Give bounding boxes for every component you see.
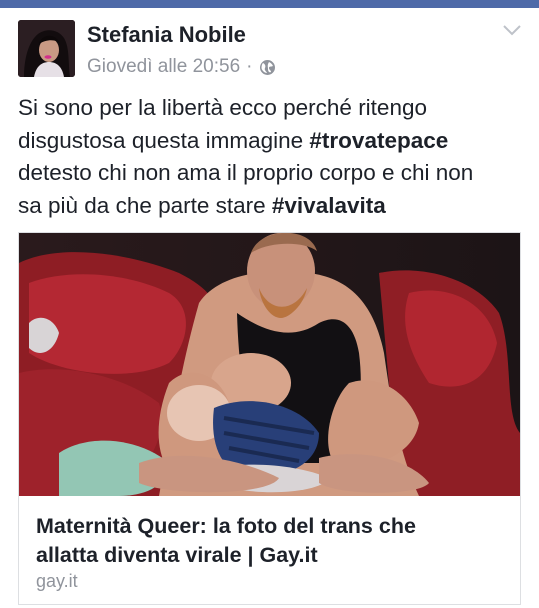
globe-icon[interactable] [259,59,276,76]
avatar[interactable] [18,20,75,77]
meta-separator: · [246,56,253,77]
author-name[interactable]: Stefania Nobile [87,22,246,48]
chevron-down-icon[interactable] [501,22,523,38]
link-preview-card[interactable]: Maternità Queer: la foto del trans che a… [18,232,521,605]
post-text-line: sa più da che parte stare #vivalavita [18,192,386,218]
post-text-line: detesto chi non ama il proprio corpo e c… [18,160,474,185]
top-bar-strip [0,0,539,8]
hashtag-link[interactable]: #trovatepace [309,128,448,153]
post-timestamp[interactable]: Giovedì alle 20:56 [87,56,240,78]
facebook-post: Stefania Nobile Giovedì alle 20:56 · Si … [0,8,539,608]
link-preview-image[interactable] [19,233,520,496]
post-message: Si sono per la libertà ecco perché riten… [18,92,528,222]
link-preview-body[interactable]: Maternità Queer: la foto del trans che a… [19,496,520,604]
post-text-line: disgustosa questa immagine #trovatepace [18,127,449,153]
link-preview-title[interactable]: Maternità Queer: la foto del trans che a… [36,512,506,570]
link-preview-domain: gay.it [36,571,78,591]
post-text-line: Si sono per la libertà ecco perché riten… [18,95,427,120]
post-meta: Giovedì alle 20:56 · [87,56,276,78]
hashtag-link[interactable]: #vivalavita [272,193,386,218]
